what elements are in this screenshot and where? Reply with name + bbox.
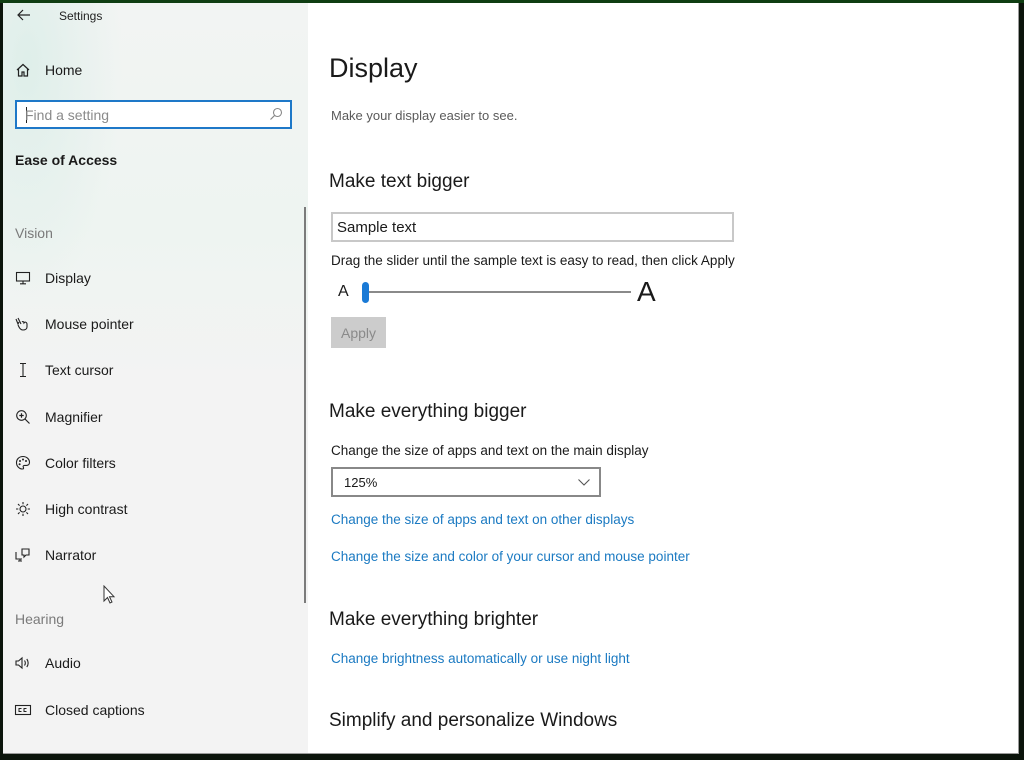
scale-dropdown-value: 125% (344, 475, 378, 490)
slider-min-label: A (338, 283, 349, 300)
back-arrow-icon (17, 9, 30, 21)
text-cursor-icon (13, 360, 33, 380)
sidebar-item-label: Display (45, 270, 91, 286)
search-icon[interactable] (268, 106, 284, 122)
group-label-hearing: Hearing (15, 611, 65, 627)
page-description: Make your display easier to see. (331, 108, 518, 123)
sample-text-box: Sample text (331, 212, 734, 242)
title-bar: Settings (3, 3, 308, 33)
sidebar-item-home[interactable]: Home (3, 52, 303, 88)
link-brightness-night-light[interactable]: Change brightness automatically or use n… (331, 651, 630, 666)
sidebar-item-color-filters[interactable]: Color filters (3, 445, 303, 481)
slider-max-label: A (637, 276, 656, 307)
sidebar-item-text-cursor[interactable]: Text cursor (3, 352, 303, 388)
sidebar-item-label: Closed captions (45, 702, 145, 718)
sidebar-item-label: Text cursor (45, 362, 114, 378)
search-input[interactable] (25, 105, 265, 124)
heading-make-everything-bigger: Make everything bigger (329, 401, 527, 422)
chevron-down-icon (578, 479, 590, 486)
mouse-cursor-icon (103, 585, 116, 604)
section-title: Ease of Access (15, 152, 118, 168)
heading-simplify-personalize: Simplify and personalize Windows (329, 710, 618, 731)
heading-make-text-bigger: Make text bigger (329, 171, 470, 192)
home-icon (13, 60, 33, 80)
sidebar: Settings Home Ease of Access Vision Disp… (3, 3, 308, 753)
group-label-vision: Vision (15, 225, 53, 241)
apply-button[interactable]: Apply (331, 317, 386, 348)
link-cursor-pointer-size[interactable]: Change the size and color of your cursor… (331, 549, 690, 564)
speaker-icon (13, 653, 33, 673)
sidebar-item-label: Color filters (45, 455, 116, 471)
sun-icon (13, 499, 33, 519)
sidebar-item-label: Audio (45, 655, 81, 671)
scale-label: Change the size of apps and text on the … (331, 443, 649, 458)
sidebar-item-label: Home (45, 62, 83, 78)
sidebar-item-label: High contrast (45, 501, 128, 517)
link-other-displays[interactable]: Change the size of apps and text on othe… (331, 512, 634, 527)
slider-thumb[interactable] (362, 282, 369, 303)
text-size-slider[interactable] (362, 282, 631, 303)
main-content: Display Make your display easier to see.… (308, 3, 1018, 753)
sidebar-item-narrator[interactable]: Narrator (3, 537, 303, 573)
sidebar-scrollbar[interactable] (304, 207, 306, 603)
narrator-icon (13, 545, 33, 565)
heading-make-everything-brighter: Make everything brighter (329, 609, 539, 630)
monitor-icon (13, 268, 33, 288)
app-title: Settings (59, 9, 103, 23)
settings-window: Settings Home Ease of Access Vision Disp… (3, 3, 1019, 754)
search-box[interactable] (15, 100, 292, 129)
sidebar-item-closed-captions[interactable]: Closed captions (3, 692, 303, 728)
sidebar-item-display[interactable]: Display (3, 260, 303, 296)
sidebar-item-mouse-pointer[interactable]: Mouse pointer (3, 306, 303, 342)
sidebar-item-label: Narrator (45, 547, 97, 563)
sidebar-item-label: Magnifier (45, 409, 103, 425)
sidebar-item-label: Mouse pointer (45, 316, 134, 332)
closed-captions-icon (13, 700, 33, 720)
magnifier-icon (13, 407, 33, 427)
sidebar-item-audio[interactable]: Audio (3, 645, 303, 681)
page-title: Display (329, 53, 418, 83)
mouse-pointer-icon (13, 314, 33, 334)
scale-dropdown[interactable]: 125% (331, 467, 601, 497)
sidebar-item-high-contrast[interactable]: High contrast (3, 491, 303, 527)
palette-icon (13, 453, 33, 473)
sample-text: Sample text (337, 219, 417, 236)
back-button[interactable] (13, 6, 35, 28)
sidebar-item-magnifier[interactable]: Magnifier (3, 399, 303, 435)
slider-instruction: Drag the slider until the sample text is… (331, 253, 735, 268)
